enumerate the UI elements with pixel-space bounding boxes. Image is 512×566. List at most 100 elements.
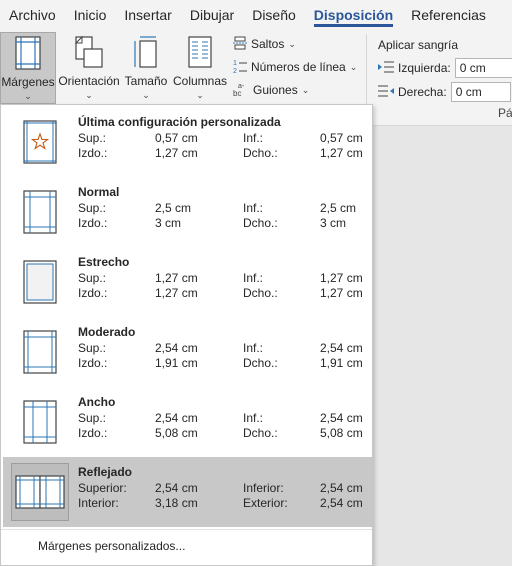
- margin-preset-narrow[interactable]: Estrecho Sup.: 1,27 cm Inf.: 1,27 cm Izd…: [3, 247, 372, 317]
- breaks-label: Saltos: [251, 37, 285, 51]
- preset-key-bottom: Inf.:: [243, 271, 264, 285]
- tab-diseno[interactable]: Diseño: [243, 0, 305, 30]
- tab-dibujar[interactable]: Dibujar: [181, 0, 243, 30]
- preset-key-top: Sup.:: [78, 201, 107, 215]
- indent-right-icon: [378, 84, 394, 101]
- orientation-label: Orientación: [58, 74, 120, 88]
- preset-value-left: 1,27 cm: [155, 146, 198, 160]
- margins-icon: [15, 33, 41, 73]
- preset-key-right: Dcho.:: [243, 146, 278, 160]
- hyphenation-label: Guiones: [253, 83, 298, 97]
- preset-name: Moderado: [78, 325, 136, 339]
- custom-margins-button[interactable]: Márgenes personalizados...: [3, 533, 372, 559]
- preset-value-bottom: 2,54 cm: [320, 341, 363, 355]
- line-numbers-icon: 1 2: [233, 58, 247, 77]
- preset-value-top: 1,27 cm: [155, 271, 198, 285]
- preset-value-bottom: 2,54 cm: [320, 411, 363, 425]
- orientation-button[interactable]: Orientación ⌄: [58, 32, 120, 104]
- preset-key-left: Izdo.:: [78, 286, 108, 300]
- preset-key-top: Sup.:: [78, 341, 107, 355]
- page-size-icon: [132, 32, 160, 72]
- tab-insertar[interactable]: Insertar: [115, 0, 180, 30]
- columns-icon: [188, 32, 212, 72]
- margins-label: Márgenes: [1, 75, 55, 89]
- preset-value-bottom: 0,57 cm: [320, 131, 363, 145]
- chevron-down-icon: ⌄: [142, 90, 150, 100]
- preset-key-bottom: Inf.:: [243, 341, 264, 355]
- preset-value-bottom: 1,27 cm: [320, 271, 363, 285]
- margins-button[interactable]: Márgenes ⌄: [0, 32, 56, 104]
- columns-button[interactable]: Columnas ⌄: [171, 32, 229, 104]
- preset-key-left: Izdo.:: [78, 356, 108, 370]
- preset-value-right: 1,27 cm: [320, 146, 363, 160]
- preset-value-left: 5,08 cm: [155, 426, 198, 440]
- page-margins-icon: [11, 183, 69, 241]
- chevron-down-icon: ⌄: [196, 90, 204, 100]
- preset-key-bottom: Inferior:: [243, 481, 284, 495]
- tab-archivo[interactable]: Archivo: [0, 0, 65, 30]
- margin-preset-moderate[interactable]: Moderado Sup.: 2,54 cm Inf.: 2,54 cm Izd…: [3, 317, 372, 387]
- preset-value-left: 1,27 cm: [155, 286, 198, 300]
- preset-key-left: Izdo.:: [78, 146, 108, 160]
- preset-key-right: Dcho.:: [243, 286, 278, 300]
- orientation-icon: [74, 32, 104, 72]
- preset-key-top: Sup.:: [78, 411, 107, 425]
- preset-key-right: Dcho.:: [243, 216, 278, 230]
- indent-right-label: Derecha:: [398, 85, 447, 99]
- preset-value-outside: 2,54 cm: [320, 496, 363, 510]
- preset-value-top: 2,5 cm: [155, 201, 192, 215]
- ribbon-tab-bar: Archivo Inicio Insertar Dibujar Diseño D…: [0, 0, 512, 30]
- margin-preset-wide[interactable]: Ancho Sup.: 2,54 cm Inf.: 2,54 cm Izdo.:…: [3, 387, 372, 457]
- menu-divider: [1, 529, 372, 530]
- preset-value-right: 1,91 cm: [320, 356, 363, 370]
- svg-text:2: 2: [233, 68, 237, 74]
- line-numbers-button[interactable]: 1 2 Números de línea ⌄: [233, 56, 357, 78]
- preset-key-top: Sup.:: [78, 271, 107, 285]
- chevron-down-icon: ⌄: [85, 90, 93, 100]
- chevron-down-icon: ⌄: [301, 84, 310, 95]
- preset-name: Reflejado: [78, 465, 133, 479]
- preset-value-right: 1,27 cm: [320, 286, 363, 300]
- line-numbers-label: Números de línea: [251, 60, 346, 74]
- tab-disposicion[interactable]: Disposición: [305, 0, 402, 30]
- preset-key-right: Dcho.:: [243, 356, 278, 370]
- tab-referencias[interactable]: Referencias: [402, 0, 495, 30]
- chevron-down-icon: ⌄: [288, 38, 296, 49]
- page-margins-icon: [11, 393, 69, 451]
- indent-left-input[interactable]: 0 cm: [454, 58, 512, 78]
- preset-value-right: 5,08 cm: [320, 426, 363, 440]
- tab-inicio[interactable]: Inicio: [65, 0, 116, 30]
- preset-value-left: 3 cm: [155, 216, 182, 230]
- preset-key-top: Superior:: [78, 481, 127, 495]
- breaks-button[interactable]: Saltos ⌄: [233, 33, 296, 55]
- preset-value-bottom: 2,54 cm: [320, 481, 363, 495]
- size-button[interactable]: Tamaño ⌄: [123, 32, 169, 104]
- preset-name: Última configuración personalizada: [78, 115, 281, 129]
- preset-value-top: 2,54 cm: [155, 481, 198, 495]
- preset-key-left: Izdo.:: [78, 426, 108, 440]
- margin-preset-normal[interactable]: Normal Sup.: 2,5 cm Inf.: 2,5 cm Izdo.: …: [3, 177, 372, 247]
- preset-key-right: Dcho.:: [243, 426, 278, 440]
- paragraph-group-label: Pár: [498, 106, 512, 120]
- preset-value-bottom: 2,5 cm: [320, 201, 357, 215]
- preset-key-outside: Exterior:: [243, 496, 288, 510]
- preset-value-top: 0,57 cm: [155, 131, 198, 145]
- indent-right-input[interactable]: 0 cm: [450, 82, 511, 102]
- preset-value-right: 3 cm: [320, 216, 347, 230]
- preset-key-inside: Interior:: [78, 496, 119, 510]
- indent-right-row: Derecha: 0 cm: [378, 81, 511, 103]
- margin-preset-last-custom[interactable]: Última configuración personalizada Sup.:…: [3, 107, 372, 177]
- preset-key-bottom: Inf.:: [243, 411, 264, 425]
- preset-value-top: 2,54 cm: [155, 341, 198, 355]
- preset-name: Ancho: [78, 395, 116, 409]
- preset-value-top: 2,54 cm: [155, 411, 198, 425]
- hyphenation-icon: a- bc: [233, 81, 249, 100]
- hyphenation-button[interactable]: a- bc Guiones ⌄: [233, 79, 309, 101]
- preset-value-left: 1,91 cm: [155, 356, 198, 370]
- margin-preset-mirrored[interactable]: Reflejado Superior: 2,54 cm Inferior: 2,…: [3, 457, 372, 527]
- size-label: Tamaño: [124, 74, 168, 88]
- mirrored-pages-icon: [11, 463, 69, 521]
- chevron-down-icon: ⌄: [24, 91, 32, 101]
- preset-key-left: Izdo.:: [78, 216, 108, 230]
- star-page-icon: [11, 113, 69, 171]
